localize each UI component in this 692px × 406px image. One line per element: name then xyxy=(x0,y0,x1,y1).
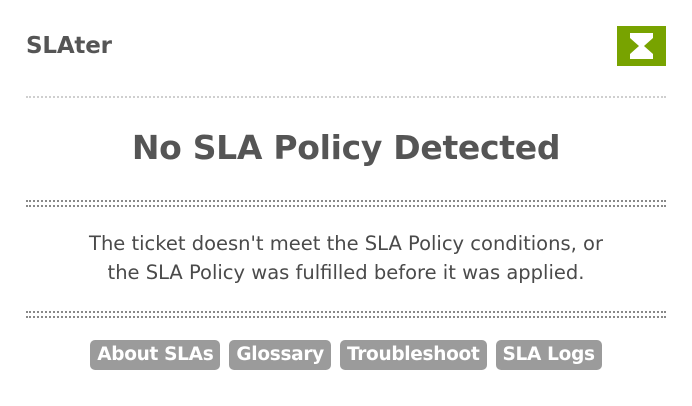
glossary-button[interactable]: Glossary xyxy=(229,340,331,370)
message-divider xyxy=(26,311,666,318)
hourglass-icon xyxy=(617,26,666,66)
help-links: About SLAs Glossary Troubleshoot SLA Log… xyxy=(0,340,692,370)
app-title: SLAter xyxy=(26,33,112,59)
status-message-line-2: the SLA Policy was fulfilled before it w… xyxy=(107,261,585,284)
sla-logs-button[interactable]: SLA Logs xyxy=(495,340,602,370)
troubleshoot-button[interactable]: Troubleshoot xyxy=(339,340,487,370)
header-divider xyxy=(26,96,666,98)
status-message: The ticket doesn't meet the SLA Policy c… xyxy=(26,229,666,287)
status-message-line-1: The ticket doesn't meet the SLA Policy c… xyxy=(89,232,603,255)
status-headline: No SLA Policy Detected xyxy=(131,128,561,167)
slater-app: SLAter No SLA Policy Detected The ticket… xyxy=(0,0,692,406)
app-header: SLAter xyxy=(26,20,666,72)
headline-divider xyxy=(26,200,666,207)
about-slas-button[interactable]: About SLAs xyxy=(90,340,221,370)
